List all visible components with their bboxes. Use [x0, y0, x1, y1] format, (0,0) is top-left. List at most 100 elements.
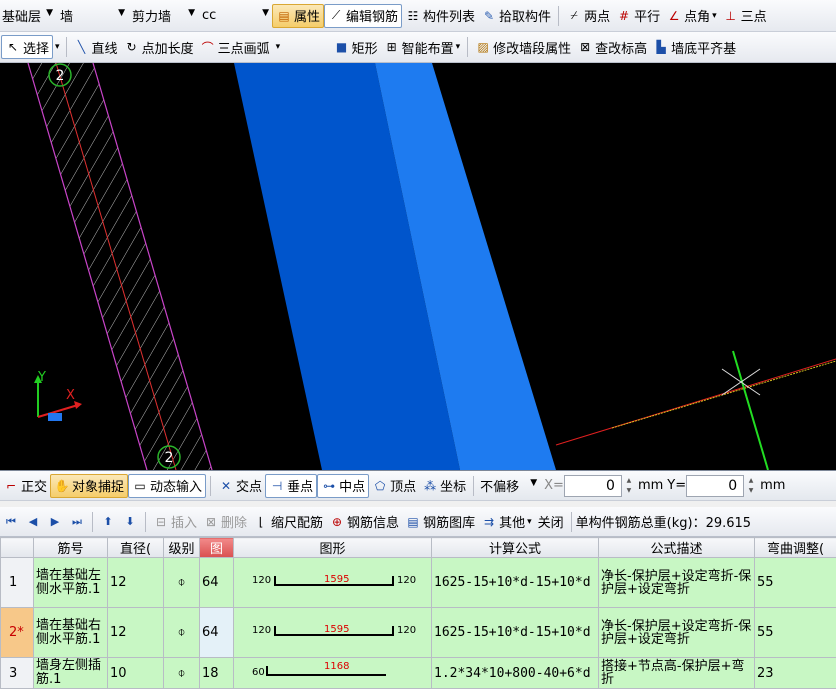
type-select[interactable]: 剪力墙▼ [128, 5, 198, 27]
x-spinner[interactable]: ▲▼ [623, 476, 635, 496]
diameter-cell[interactable]: 10 [108, 658, 164, 689]
table-row[interactable]: 1 墙在基础左侧水平筋.1 12 ⌽ 64 120 1595 120 1625-… [1, 558, 836, 608]
category-select[interactable]: 墙▼ [56, 5, 128, 27]
move-down-icon[interactable]: ⬇ [119, 515, 141, 528]
last-record-icon[interactable]: ⏭ [66, 515, 88, 529]
midpoint-snap-button[interactable]: ⊶中点 [317, 474, 369, 498]
perpendicular-snap-button[interactable]: ⊣垂点 [265, 474, 317, 498]
rebar-library-button[interactable]: ▤钢筋图库 [402, 510, 478, 534]
close-button[interactable]: 关闭 [535, 510, 567, 534]
member-select[interactable]: cc▼ [198, 5, 272, 27]
floor-select[interactable]: 基础层▼ [0, 5, 56, 27]
scale-rebar-button[interactable]: ⌊缩尺配筋 [250, 510, 326, 534]
bend-cell[interactable]: 55 [755, 608, 836, 658]
change-elevation-button[interactable]: ⊠查改标高 [574, 35, 650, 59]
prev-record-icon[interactable]: ◀ [22, 515, 44, 528]
delete-button[interactable]: ⊠删除 [200, 510, 250, 534]
modify-wall-button[interactable]: ▨修改墙段属性 [472, 35, 574, 59]
shape-cell[interactable]: 120 1595 120 [234, 558, 432, 608]
parallel-button[interactable]: #平行 [613, 4, 663, 28]
rebar-info-button[interactable]: ⊕钢筋信息 [326, 510, 402, 534]
next-record-icon[interactable]: ▶ [44, 515, 66, 528]
other-button[interactable]: ⇉其他▾ [478, 510, 535, 534]
bar-name-cell[interactable]: 墙身左侧插筋.1 [34, 658, 108, 689]
header-description[interactable]: 公式描述 [599, 538, 755, 558]
other-icon: ⇉ [481, 514, 497, 530]
total-weight-label: 单构件钢筋总重(kg)：29.615 [576, 512, 751, 531]
row-number[interactable]: 2* [1, 608, 34, 658]
line-button[interactable]: ╲直线 [71, 35, 121, 59]
ortho-button[interactable]: ⌐正交 [0, 474, 50, 498]
vertex-snap-button[interactable]: ⬠顶点 [369, 474, 419, 498]
arc-button[interactable]: ⌒三点画弧▾ [197, 35, 331, 59]
header-bend[interactable]: 弯曲调整( [755, 538, 836, 558]
first-record-icon[interactable]: ⏮ [0, 515, 22, 529]
insert-button[interactable]: ⊟插入 [150, 510, 200, 534]
cad-drawing[interactable]: 2 2 Y X [0, 63, 836, 470]
properties-label: 属性 [294, 6, 320, 25]
header-figure[interactable]: 图 [200, 538, 234, 558]
grade-cell[interactable]: ⌽ [164, 558, 200, 608]
table-row[interactable]: 2* 墙在基础右侧水平筋.1 12 ⌽ 64 120 1595 120 1625… [1, 608, 836, 658]
formula-cell[interactable]: 1625-15+10*d-15+10*d [432, 558, 599, 608]
drawing-canvas[interactable]: 2 2 Y X [0, 63, 836, 470]
component-toolbar: 基础层▼ 墙▼ 剪力墙▼ cc▼ ▤属性 ⟋编辑钢筋 ☷构件列表 ✎拾取构件 ⌿… [0, 0, 836, 32]
object-snap-button[interactable]: ✋对象捕捉 [50, 474, 128, 498]
header-diameter[interactable]: 直径( [108, 538, 164, 558]
formula-cell[interactable]: 1625-15+10*d-15+10*d [432, 608, 599, 658]
figure-cell-selected[interactable]: 64 [200, 608, 234, 658]
intersection-snap-button[interactable]: ✕交点 [215, 474, 265, 498]
diameter-cell[interactable]: 12 [108, 558, 164, 608]
smart-layout-button[interactable]: ⊞智能布置▾ [381, 35, 464, 59]
y-coordinate-input[interactable]: 0▲▼ [686, 475, 744, 497]
x-coordinate-input[interactable]: 0▲▼ [564, 475, 622, 497]
chevron-down-icon[interactable]: ▾ [55, 42, 60, 52]
edit-rebar-button[interactable]: ⟋编辑钢筋 [324, 4, 402, 28]
shape-cell[interactable]: 60 1168 [234, 658, 432, 689]
header-rowno [1, 538, 34, 558]
smart-layout-icon: ⊞ [384, 39, 400, 55]
description-cell[interactable]: 净长-保护层+设定弯折-保护层+设定弯折 [599, 608, 755, 658]
table-row[interactable]: 3 墙身左侧插筋.1 10 ⌽ 18 60 1168 1.2*34*10+800… [1, 658, 836, 689]
description-cell[interactable]: 净长-保护层+设定弯折-保护层+设定弯折 [599, 558, 755, 608]
properties-button[interactable]: ▤属性 [272, 4, 324, 28]
chevron-down-icon: ▼ [46, 8, 53, 18]
diameter-cell[interactable]: 12 [108, 608, 164, 658]
dynamic-input-button[interactable]: ▭动态输入 [128, 474, 206, 498]
shape-cell[interactable]: 120 1595 120 [234, 608, 432, 658]
info-icon: ⊕ [329, 514, 345, 530]
rect-button[interactable]: ■矩形 [331, 35, 381, 59]
row-number[interactable]: 3 [1, 658, 34, 689]
header-grade[interactable]: 级别 [164, 538, 200, 558]
wall-bottom-button[interactable]: ▙墙底平齐基 [650, 35, 739, 59]
figure-cell[interactable]: 64 [200, 558, 234, 608]
point-length-button[interactable]: ↻点加长度 [121, 35, 197, 59]
draw-toolbar: ↖选择 ▾ ╲直线 ↻点加长度 ⌒三点画弧▾ ■矩形 ⊞智能布置▾ ▨修改墙段属… [0, 32, 836, 63]
three-point-button[interactable]: ⊥三点 [720, 4, 770, 28]
header-shape[interactable]: 图形 [234, 538, 432, 558]
bar-name-cell[interactable]: 墙在基础右侧水平筋.1 [34, 608, 108, 658]
hatched-wall[interactable] [28, 63, 212, 470]
move-up-icon[interactable]: ⬆ [97, 515, 119, 528]
header-formula[interactable]: 计算公式 [432, 538, 599, 558]
elevation-icon: ⊠ [577, 39, 593, 55]
coordinate-snap-button[interactable]: ⁂坐标 [419, 474, 469, 498]
bend-cell[interactable]: 55 [755, 558, 836, 608]
midpoint-label: 中点 [339, 476, 365, 495]
bar-name-cell[interactable]: 墙在基础左侧水平筋.1 [34, 558, 108, 608]
bend-cell[interactable]: 23 [755, 658, 836, 689]
row-number[interactable]: 1 [1, 558, 34, 608]
select-button[interactable]: ↖选择 [1, 35, 53, 59]
two-point-button[interactable]: ⌿两点 [563, 4, 613, 28]
y-spinner[interactable]: ▲▼ [745, 476, 757, 496]
header-bar-no[interactable]: 筋号 [34, 538, 108, 558]
grade-cell[interactable]: ⌽ [164, 608, 200, 658]
point-angle-button[interactable]: ∠点角▾ [663, 4, 720, 28]
description-cell[interactable]: 搭接+节点高-保护层+弯折 [599, 658, 755, 689]
pick-component-button[interactable]: ✎拾取构件 [478, 4, 554, 28]
grade-cell[interactable]: ⌽ [164, 658, 200, 689]
offset-select[interactable]: 不偏移▼ [478, 475, 540, 497]
component-list-button[interactable]: ☷构件列表 [402, 4, 478, 28]
figure-cell[interactable]: 18 [200, 658, 234, 689]
formula-cell[interactable]: 1.2*34*10+800-40+6*d [432, 658, 599, 689]
